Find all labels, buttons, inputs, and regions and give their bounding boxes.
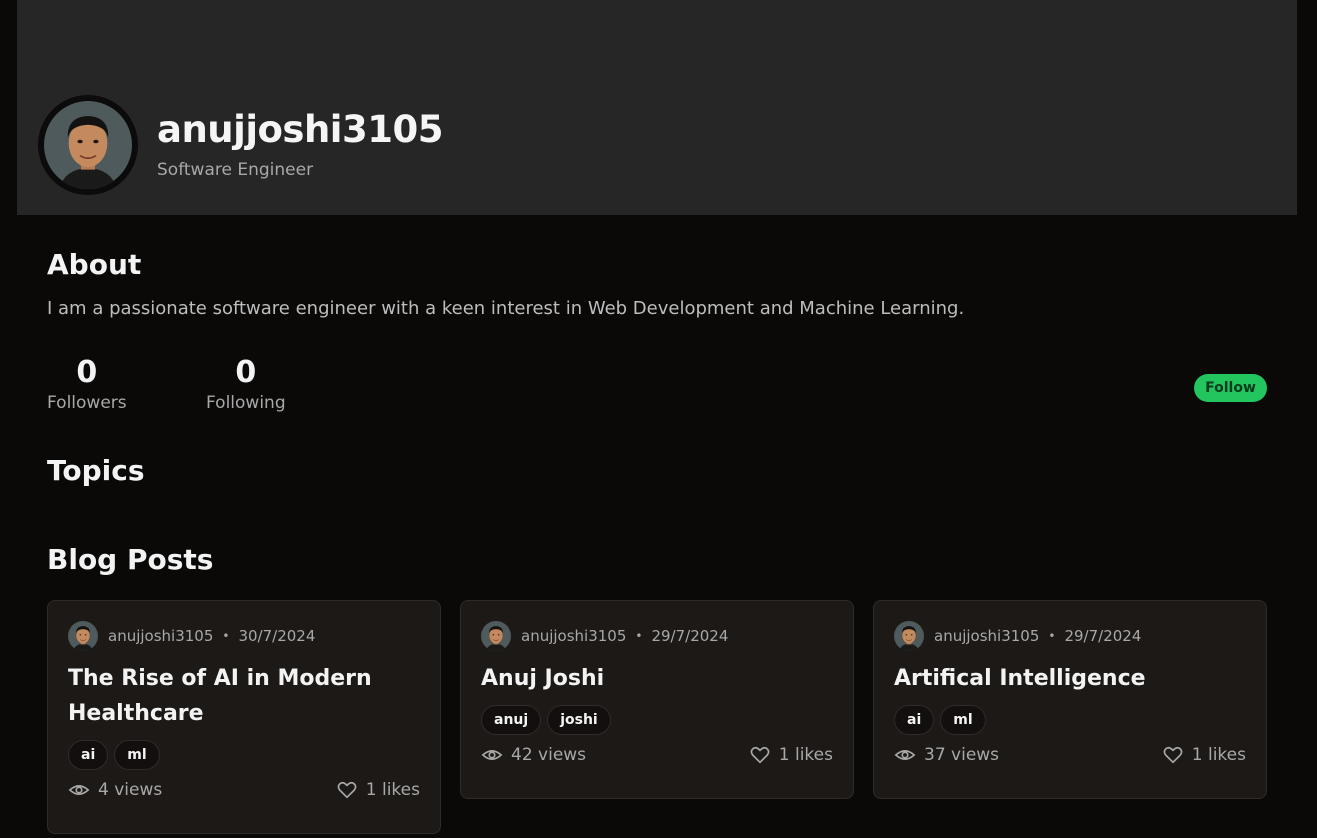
views-stat: 4 views: [68, 779, 162, 801]
tag-chip[interactable]: ml: [940, 705, 986, 735]
author-avatar: [481, 621, 511, 651]
following-count: 0: [235, 355, 257, 390]
following-stat[interactable]: 0 Following: [206, 355, 286, 413]
post-title[interactable]: The Rise of AI in Modern Healthcare: [68, 661, 423, 731]
separator-dot: •: [635, 629, 643, 643]
eye-icon: [894, 750, 916, 760]
tag-chip[interactable]: joshi: [547, 705, 611, 735]
blog-posts-heading: Blog Posts: [47, 543, 214, 576]
post-tags: ai ml: [894, 705, 986, 735]
post-meta: anujjoshi3105 • 29/7/2024: [894, 621, 1141, 651]
following-label: Following: [206, 393, 286, 413]
followers-stat[interactable]: 0 Followers: [47, 355, 127, 413]
post-title[interactable]: Anuj Joshi: [481, 661, 836, 696]
profile-header: anujjoshi3105 Software Engineer: [17, 0, 1297, 215]
profile-role: Software Engineer: [157, 160, 314, 180]
post-author[interactable]: anujjoshi3105: [934, 627, 1039, 645]
post-title[interactable]: Artifical Intelligence: [894, 661, 1249, 696]
tag-chip[interactable]: ai: [68, 740, 109, 770]
avatar: [38, 95, 138, 195]
post-date: 29/7/2024: [651, 627, 729, 645]
heart-icon[interactable]: [1162, 744, 1184, 766]
likes-count: 1 likes: [365, 780, 420, 800]
topics-heading: Topics: [47, 454, 145, 487]
views-count: 42 views: [511, 745, 587, 765]
tag-chip[interactable]: anuj: [481, 705, 542, 735]
author-avatar: [894, 621, 924, 651]
avatar-image: [44, 101, 132, 189]
about-text: I am a passionate software engineer with…: [47, 298, 965, 319]
blog-post-card[interactable]: anujjoshi3105 • 29/7/2024 Anuj Joshi anu…: [460, 600, 854, 799]
post-meta: anujjoshi3105 • 30/7/2024: [68, 621, 315, 651]
post-tags: ai ml: [68, 740, 160, 770]
likes-count: 1 likes: [778, 745, 833, 765]
eye-icon: [481, 750, 503, 760]
author-avatar: [68, 621, 98, 651]
likes-stat[interactable]: 1 likes: [1162, 744, 1246, 766]
post-date: 30/7/2024: [238, 627, 316, 645]
followers-label: Followers: [47, 393, 127, 413]
post-author[interactable]: anujjoshi3105: [521, 627, 626, 645]
follow-button[interactable]: Follow: [1194, 374, 1267, 402]
likes-stat[interactable]: 1 likes: [336, 779, 420, 801]
views-count: 4 views: [98, 780, 163, 800]
post-author[interactable]: anujjoshi3105: [108, 627, 213, 645]
heart-icon[interactable]: [749, 744, 771, 766]
views-stat: 37 views: [894, 744, 999, 766]
likes-count: 1 likes: [1191, 745, 1246, 765]
blog-post-card[interactable]: anujjoshi3105 • 29/7/2024 Artifical Inte…: [873, 600, 1267, 799]
profile-username: anujjoshi3105: [157, 108, 443, 151]
eye-icon: [68, 785, 90, 795]
likes-stat[interactable]: 1 likes: [749, 744, 833, 766]
post-stats: 4 views 1 likes: [68, 779, 420, 801]
followers-count: 0: [76, 355, 98, 390]
post-tags: anuj joshi: [481, 705, 611, 735]
post-date: 29/7/2024: [1064, 627, 1142, 645]
post-stats: 42 views 1 likes: [481, 744, 833, 766]
tag-chip[interactable]: ai: [894, 705, 935, 735]
separator-dot: •: [222, 629, 230, 643]
views-count: 37 views: [924, 745, 1000, 765]
heart-icon[interactable]: [336, 779, 358, 801]
post-stats: 37 views 1 likes: [894, 744, 1246, 766]
post-meta: anujjoshi3105 • 29/7/2024: [481, 621, 728, 651]
views-stat: 42 views: [481, 744, 586, 766]
blog-post-card[interactable]: anujjoshi3105 • 30/7/2024 The Rise of AI…: [47, 600, 441, 834]
about-heading: About: [47, 248, 142, 281]
tag-chip[interactable]: ml: [114, 740, 160, 770]
separator-dot: •: [1048, 629, 1056, 643]
